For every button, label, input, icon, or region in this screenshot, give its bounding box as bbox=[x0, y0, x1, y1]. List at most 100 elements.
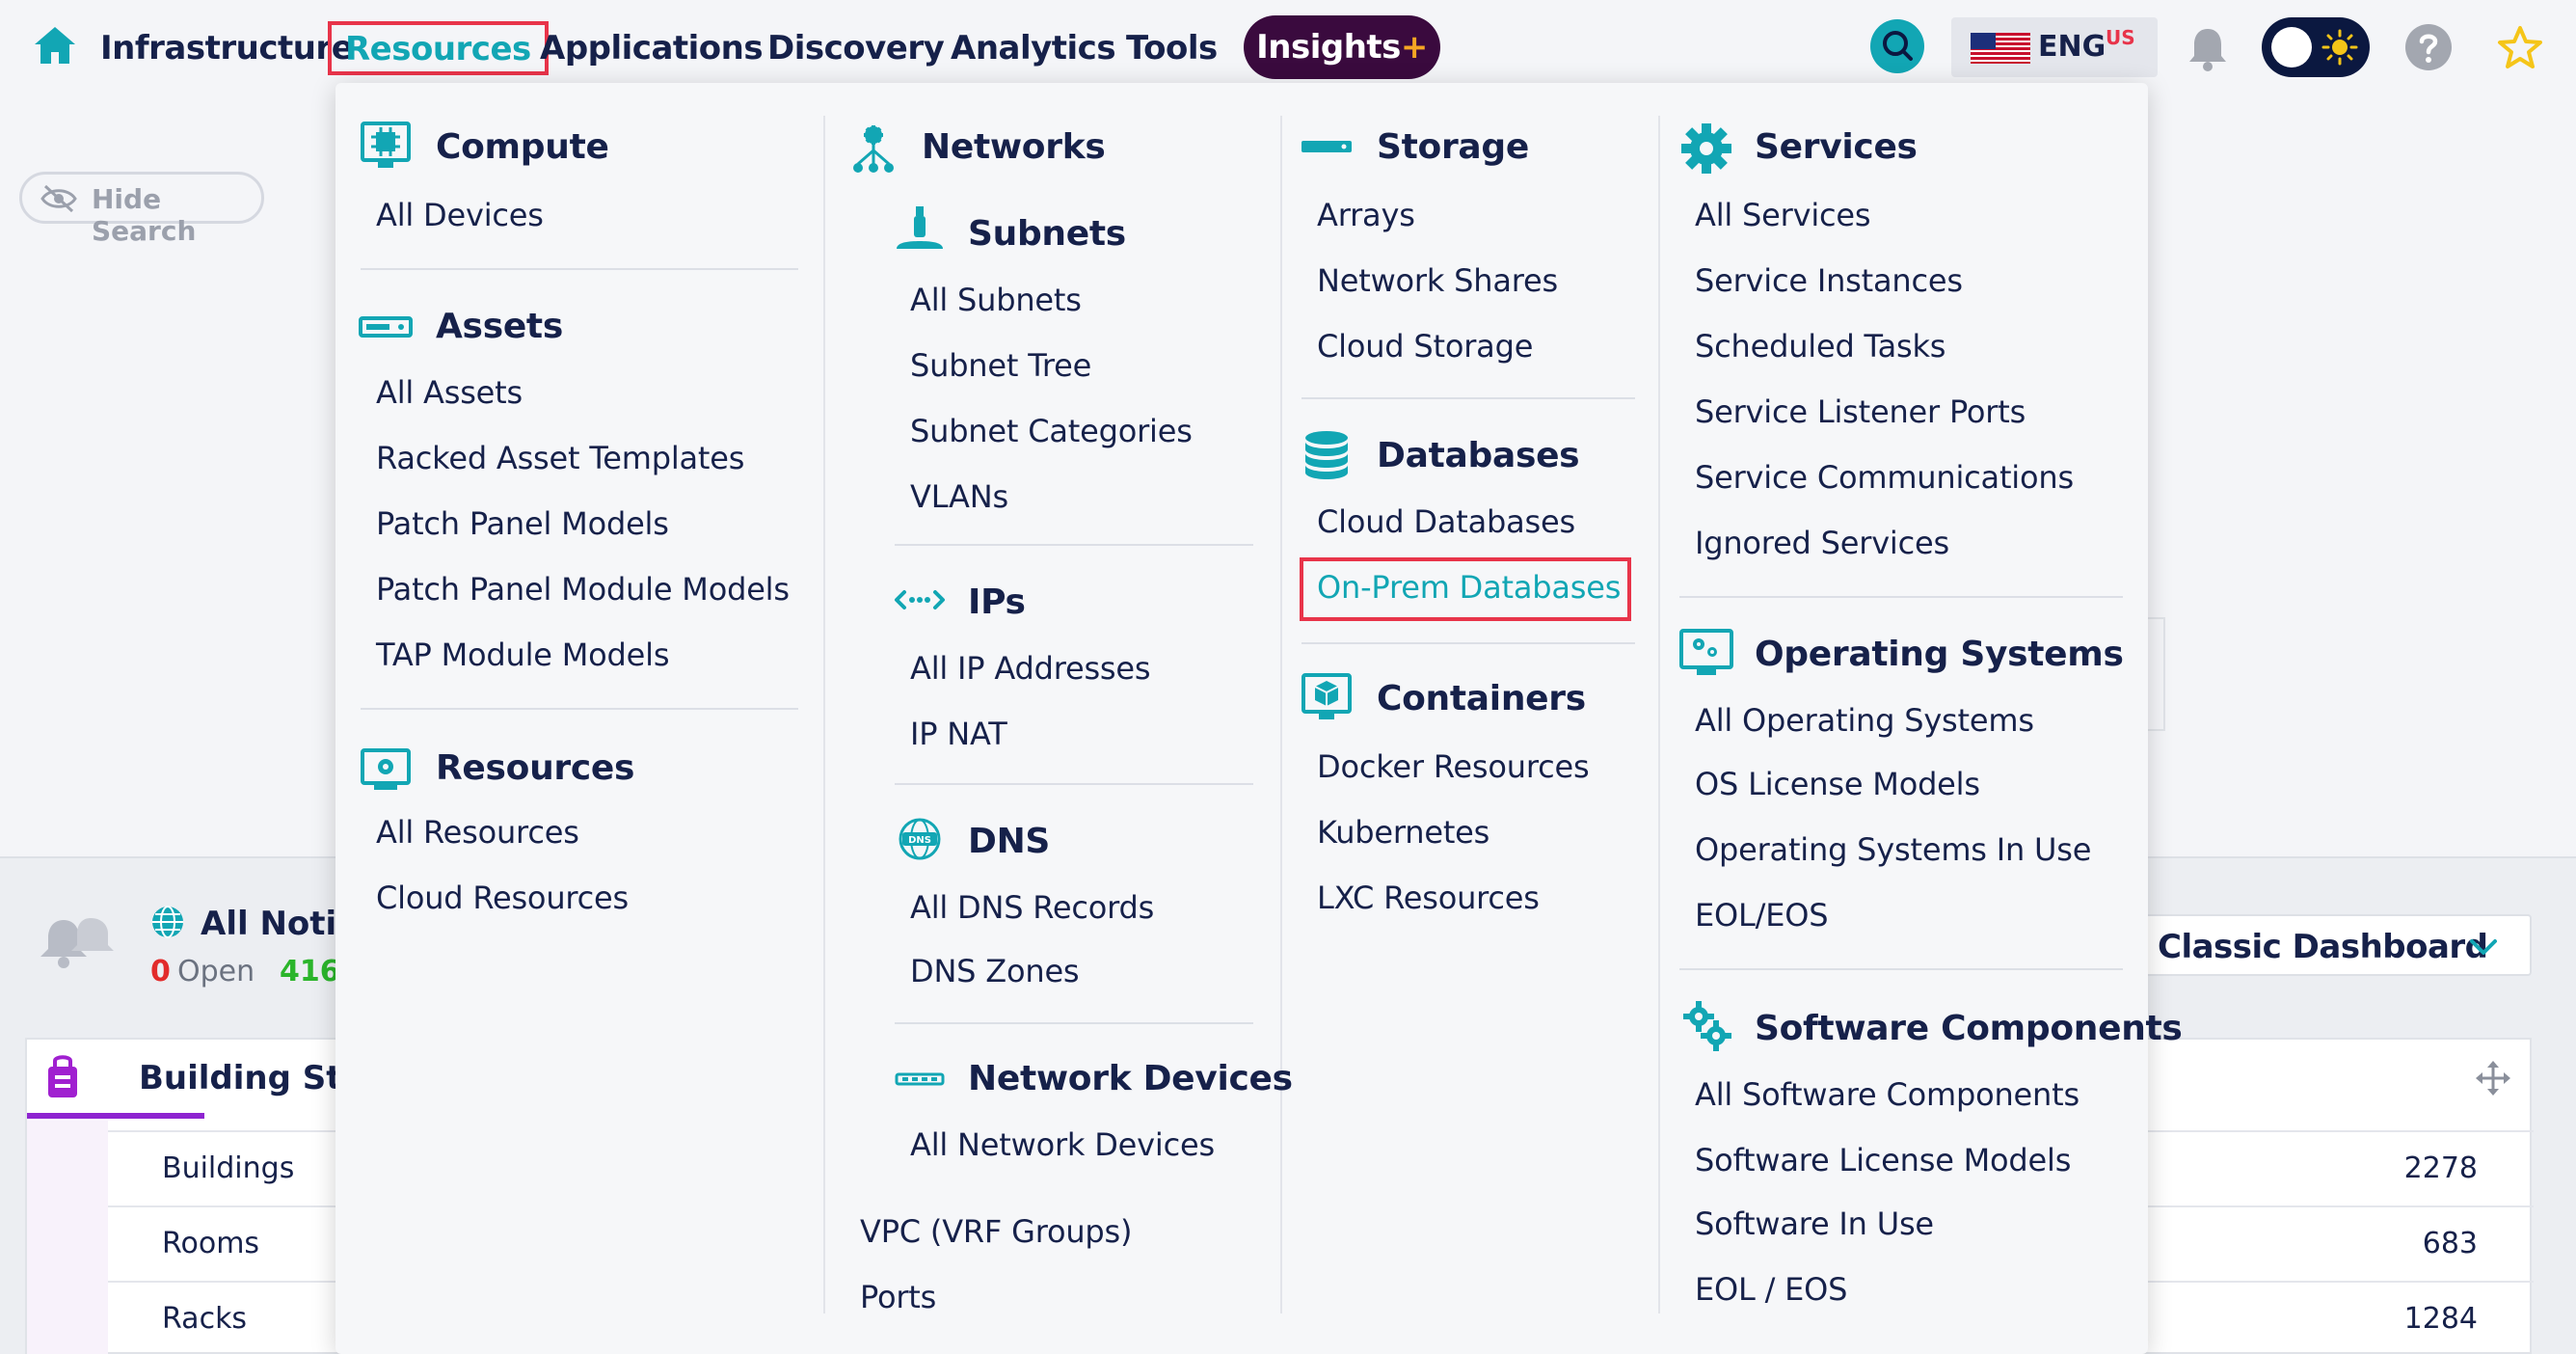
services-gear-icon bbox=[1681, 123, 1731, 174]
section-operating-systems[interactable]: Operating Systems bbox=[1755, 635, 2124, 674]
compute-icon bbox=[361, 122, 411, 168]
section-containers[interactable]: Containers bbox=[1377, 679, 1586, 718]
section-subnets[interactable]: Subnets bbox=[968, 214, 1126, 254]
menu-item-software-eol-eos[interactable]: EOL / EOS bbox=[1695, 1271, 1847, 1308]
menu-item-patch-panel-module-models[interactable]: Patch Panel Module Models bbox=[376, 571, 790, 608]
menu-item-ip-nat[interactable]: IP NAT bbox=[910, 716, 1007, 752]
bell-icon[interactable] bbox=[2187, 25, 2229, 73]
insights-button[interactable]: Insights+ bbox=[1244, 15, 1440, 79]
menu-item-service-listener-ports[interactable]: Service Listener Ports bbox=[1695, 393, 2026, 430]
menu-item-operating-systems-in-use[interactable]: Operating Systems In Use bbox=[1695, 831, 2091, 868]
menu-separator bbox=[1301, 642, 1635, 644]
menu-item-all-network-devices[interactable]: All Network Devices bbox=[910, 1126, 1215, 1163]
menu-item-os-eol-eos[interactable]: EOL/EOS bbox=[1695, 897, 1829, 934]
svg-text:DNS: DNS bbox=[908, 835, 931, 846]
menu-item-on-prem-databases[interactable]: On-Prem Databases bbox=[1317, 569, 1621, 606]
help-icon[interactable] bbox=[2404, 23, 2453, 71]
widget-side-strip bbox=[27, 1121, 108, 1354]
section-ips[interactable]: IPs bbox=[968, 582, 1026, 622]
menu-item-scheduled-tasks[interactable]: Scheduled Tasks bbox=[1695, 328, 1945, 365]
menu-separator bbox=[1301, 397, 1635, 399]
section-compute[interactable]: Compute bbox=[436, 127, 609, 167]
dashboard-select[interactable]: Classic Dashboard bbox=[2129, 914, 2532, 976]
section-services[interactable]: Services bbox=[1755, 127, 1918, 167]
menu-item-all-resources[interactable]: All Resources bbox=[376, 814, 579, 851]
menu-item-all-subnets[interactable]: All Subnets bbox=[910, 282, 1082, 318]
nav-analytics[interactable]: Analytics bbox=[951, 21, 1116, 75]
menu-separator bbox=[1679, 596, 2123, 598]
nav-applications[interactable]: Applications bbox=[540, 21, 764, 75]
resources-icon bbox=[361, 748, 411, 790]
menu-item-vlans[interactable]: VLANs bbox=[910, 478, 1008, 515]
notifications-count: 416 bbox=[280, 955, 340, 988]
menu-item-ignored-services[interactable]: Ignored Services bbox=[1695, 525, 1949, 561]
menu-item-software-license-models[interactable]: Software License Models bbox=[1695, 1142, 2071, 1178]
menu-item-racked-asset-templates[interactable]: Racked Asset Templates bbox=[376, 440, 744, 476]
column-divider bbox=[1658, 116, 1660, 1313]
theme-toggle[interactable] bbox=[2262, 17, 2370, 77]
menu-separator bbox=[361, 268, 798, 270]
globe-icon bbox=[152, 906, 183, 938]
row-value: 1284 bbox=[2403, 1302, 2478, 1336]
nav-discovery[interactable]: Discovery bbox=[767, 21, 945, 75]
section-network-devices[interactable]: Network Devices bbox=[968, 1059, 1293, 1098]
menu-item-cloud-databases[interactable]: Cloud Databases bbox=[1317, 503, 1575, 540]
menu-item-docker-resources[interactable]: Docker Resources bbox=[1317, 748, 1590, 785]
hide-search-button[interactable]: Hide Search bbox=[19, 172, 264, 247]
menu-separator bbox=[895, 1022, 1253, 1024]
nav-resources[interactable]: Resources bbox=[328, 21, 549, 75]
section-storage[interactable]: Storage bbox=[1377, 127, 1529, 167]
menu-item-vpc-vrf-groups[interactable]: VPC (VRF Groups) bbox=[860, 1213, 1132, 1250]
menu-item-os-license-models[interactable]: OS License Models bbox=[1695, 766, 1980, 802]
menu-item-patch-panel-models[interactable]: Patch Panel Models bbox=[376, 505, 669, 542]
section-networks[interactable]: Networks bbox=[922, 127, 1106, 167]
move-icon[interactable] bbox=[2474, 1059, 2512, 1097]
row-value: 683 bbox=[2422, 1227, 2478, 1260]
building-icon bbox=[48, 1055, 77, 1097]
section-databases[interactable]: Databases bbox=[1377, 436, 1580, 475]
storage-icon bbox=[1301, 141, 1352, 152]
menu-item-all-services[interactable]: All Services bbox=[1695, 197, 1871, 233]
home-icon[interactable] bbox=[33, 25, 77, 66]
nav-infrastructure[interactable]: Infrastructure bbox=[100, 21, 354, 75]
menu-item-all-dns-records[interactable]: All DNS Records bbox=[910, 889, 1154, 926]
section-dns[interactable]: DNS bbox=[968, 822, 1050, 861]
search-icon[interactable] bbox=[1870, 19, 1924, 73]
open-label: Open bbox=[177, 955, 255, 988]
menu-item-all-assets[interactable]: All Assets bbox=[376, 374, 523, 411]
row-value: 2278 bbox=[2403, 1151, 2478, 1185]
menu-item-all-software-components[interactable]: All Software Components bbox=[1695, 1076, 2080, 1113]
section-assets[interactable]: Assets bbox=[436, 307, 563, 346]
menu-item-ports[interactable]: Ports bbox=[860, 1279, 936, 1315]
section-resources[interactable]: Resources bbox=[436, 748, 634, 788]
menu-item-all-ip-addresses[interactable]: All IP Addresses bbox=[910, 650, 1151, 687]
menu-item-subnet-categories[interactable]: Subnet Categories bbox=[910, 413, 1193, 449]
menu-separator bbox=[361, 708, 798, 710]
menu-item-cloud-storage[interactable]: Cloud Storage bbox=[1317, 328, 1533, 365]
menu-item-network-shares[interactable]: Network Shares bbox=[1317, 262, 1558, 299]
menu-item-software-in-use[interactable]: Software In Use bbox=[1695, 1205, 1934, 1242]
menu-item-subnet-tree[interactable]: Subnet Tree bbox=[910, 347, 1091, 384]
menu-item-service-communications[interactable]: Service Communications bbox=[1695, 459, 2074, 496]
menu-item-lxc-resources[interactable]: LXC Resources bbox=[1317, 880, 1540, 916]
menu-item-kubernetes[interactable]: Kubernetes bbox=[1317, 814, 1489, 851]
dns-icon: DNS bbox=[899, 818, 941, 860]
row-label: Rooms bbox=[162, 1227, 260, 1260]
subnets-icon bbox=[897, 206, 943, 249]
section-software-components[interactable]: Software Components bbox=[1755, 1009, 2183, 1048]
eye-slash-icon bbox=[40, 184, 77, 213]
menu-item-all-operating-systems[interactable]: All Operating Systems bbox=[1695, 702, 2034, 739]
menu-item-tap-module-models[interactable]: TAP Module Models bbox=[376, 636, 670, 673]
menu-item-cloud-resources[interactable]: Cloud Resources bbox=[376, 880, 629, 916]
networks-icon bbox=[853, 125, 894, 173]
menu-item-arrays[interactable]: Arrays bbox=[1317, 197, 1415, 233]
nav-tools[interactable]: Tools bbox=[1126, 21, 1218, 75]
resources-mega-menu: Compute All Devices Assets All Assets Ra… bbox=[335, 83, 2183, 1354]
menu-item-service-instances[interactable]: Service Instances bbox=[1695, 262, 1963, 299]
language-selector[interactable]: ENG US bbox=[1951, 17, 2158, 77]
menu-item-dns-zones[interactable]: DNS Zones bbox=[910, 953, 1080, 989]
menu-separator bbox=[1679, 968, 2123, 970]
menu-separator bbox=[895, 544, 1253, 546]
star-icon[interactable] bbox=[2497, 25, 2543, 69]
sun-icon bbox=[2321, 29, 2358, 66]
